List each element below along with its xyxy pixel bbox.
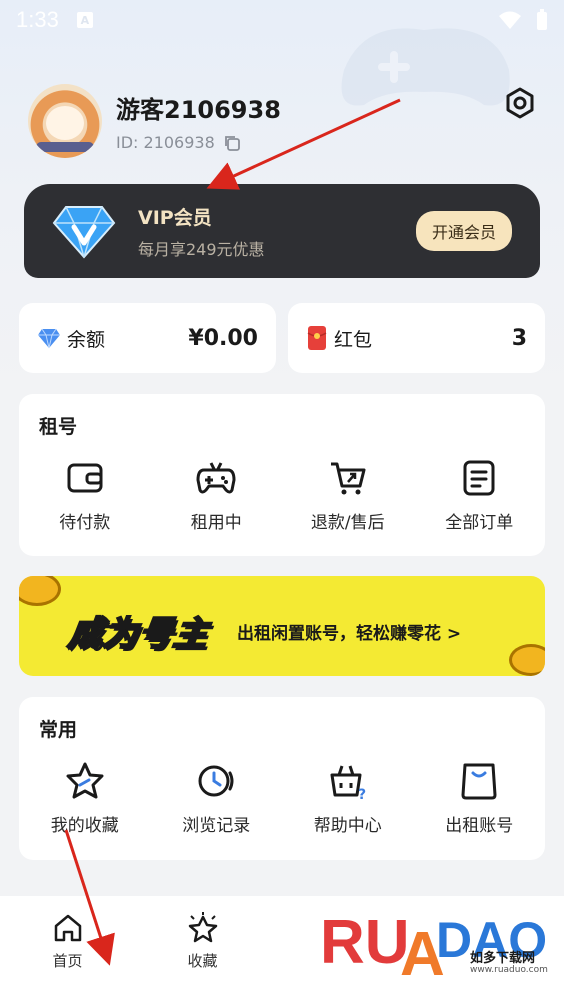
home-icon <box>54 914 81 942</box>
balance-card[interactable]: 余额 ¥0.00 <box>19 303 276 373</box>
vip-title: VIP会员 <box>138 206 212 229</box>
status-time: 1:33 <box>16 7 59 32</box>
coin-left-decoration <box>19 576 61 606</box>
balance-label: 余额 <box>67 328 106 351</box>
copy-icon[interactable] <box>223 134 241 152</box>
pending-payment-label: 待付款 <box>59 513 111 533</box>
help-center-label: 帮助中心 <box>313 816 382 836</box>
background-gamepad-decoration <box>341 28 510 106</box>
refund-aftersale-item[interactable]: 退款/售后 <box>282 458 414 533</box>
profile-header[interactable]: 游客2106938 ID: 2106938 <box>28 84 281 158</box>
settings-hexagon-icon[interactable] <box>503 86 537 120</box>
browse-history-label: 浏览记录 <box>182 816 251 836</box>
history-icon <box>198 765 234 797</box>
shopping-bag-icon <box>461 763 497 800</box>
help-center-item[interactable]: ? 帮助中心 <box>282 761 414 836</box>
open-vip-button[interactable]: 开通会员 <box>415 211 512 251</box>
watermark-site-name: 如多下载网 <box>470 951 536 966</box>
help-basket-icon: ? <box>330 765 366 801</box>
browse-history-item[interactable]: 浏览记录 <box>151 761 283 836</box>
tab-favorites-label: 收藏 <box>187 952 218 970</box>
user-id: ID: 2106938 <box>116 133 215 152</box>
balance-value: ¥0.00 <box>188 325 258 351</box>
vip-subtitle: 每月享249元优惠 <box>138 239 265 259</box>
my-favorites-label: 我的收藏 <box>50 816 119 836</box>
tab-home-label: 首页 <box>52 952 83 970</box>
cart-refund-icon <box>330 462 366 495</box>
gem-icon <box>38 328 60 349</box>
refund-aftersale-label: 退款/售后 <box>310 513 385 533</box>
common-section-title: 常用 <box>39 719 78 741</box>
banner-subtitle: 出租闲置账号，轻松赚零花 > <box>237 624 462 644</box>
common-section: 常用 我的收藏 浏览记录 ? 帮助中心 出租账号 <box>19 697 545 860</box>
star-icon <box>66 762 104 799</box>
order-list-icon <box>463 460 495 496</box>
red-packet-value: 3 <box>511 325 527 351</box>
vip-card[interactable]: VIP会员 每月享249元优惠 开通会员 <box>24 184 540 278</box>
pending-payment-item[interactable]: 待付款 <box>19 458 151 533</box>
red-packet-card[interactable]: 红包 3 <box>288 303 545 373</box>
rent-out-account-item[interactable]: 出租账号 <box>414 761 546 836</box>
red-packet-label: 红包 <box>334 328 373 351</box>
renting-label: 租用中 <box>190 513 242 533</box>
renting-item[interactable]: 租用中 <box>151 458 283 533</box>
watermark-url: www.ruaduo.com <box>470 965 548 975</box>
banner-title: 成为号主 <box>65 613 213 655</box>
rent-out-account-label: 出租账号 <box>445 816 514 836</box>
diamond-icon <box>52 206 116 259</box>
my-favorites-item[interactable]: 我的收藏 <box>19 761 151 836</box>
avatar[interactable] <box>28 84 102 158</box>
svg-text:RU: RU <box>320 908 410 977</box>
tab-home[interactable]: 首页 <box>0 896 135 1004</box>
gamepad-icon <box>196 462 236 494</box>
rent-section: 租号 待付款 租用中 退款/售后 全部订单 <box>19 394 545 556</box>
star-outline-icon <box>188 912 217 943</box>
rent-section-title: 租号 <box>39 416 78 438</box>
ruaduo-watermark: RU A DAO 如多下载网 www.ruaduo.com <box>320 905 550 989</box>
wallet-icon <box>67 463 103 493</box>
all-orders-label: 全部订单 <box>445 513 514 533</box>
all-orders-item[interactable]: 全部订单 <box>414 458 546 533</box>
tab-favorites[interactable]: 收藏 <box>135 896 270 1004</box>
coin-right-decoration <box>509 644 545 676</box>
red-packet-icon <box>307 326 327 350</box>
svg-text:?: ? <box>358 787 366 801</box>
username: 游客2106938 <box>116 96 281 124</box>
notification-a-icon: A <box>76 12 93 28</box>
battery-icon <box>537 9 547 30</box>
become-owner-banner[interactable]: 成为号主 出租闲置账号，轻松赚零花 > <box>19 576 545 676</box>
